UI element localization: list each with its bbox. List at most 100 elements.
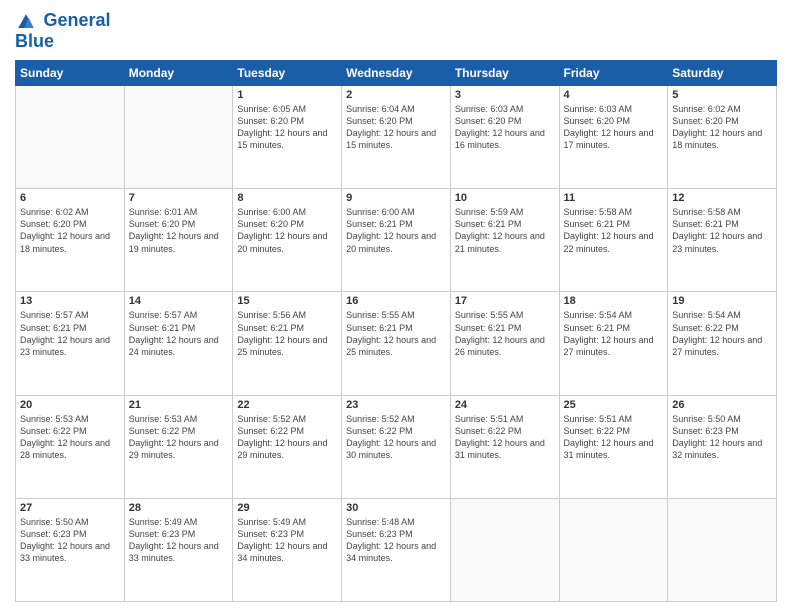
cell-info: Sunset: 6:22 PM [672,322,772,334]
weekday-header-saturday: Saturday [668,61,777,86]
day-number: 9 [346,192,446,204]
calendar-cell: 8Sunrise: 6:00 AMSunset: 6:20 PMDaylight… [233,189,342,292]
logo: GeneralBlue [15,10,111,52]
calendar-cell: 9Sunrise: 6:00 AMSunset: 6:21 PMDaylight… [342,189,451,292]
day-number: 6 [20,192,120,204]
cell-info: Sunrise: 5:53 AM [129,413,229,425]
cell-info: Daylight: 12 hours and 21 minutes. [455,230,555,254]
weekday-header-wednesday: Wednesday [342,61,451,86]
day-number: 4 [564,89,664,101]
calendar-cell [559,498,668,601]
calendar-cell: 12Sunrise: 5:58 AMSunset: 6:21 PMDayligh… [668,189,777,292]
cell-info: Sunrise: 5:57 AM [20,309,120,321]
day-number: 17 [455,295,555,307]
calendar-cell: 3Sunrise: 6:03 AMSunset: 6:20 PMDaylight… [450,86,559,189]
cell-info: Sunset: 6:20 PM [20,218,120,230]
cell-info: Daylight: 12 hours and 23 minutes. [672,230,772,254]
day-number: 27 [20,502,120,514]
calendar-cell: 13Sunrise: 5:57 AMSunset: 6:21 PMDayligh… [16,292,125,395]
cell-info: Daylight: 12 hours and 30 minutes. [346,437,446,461]
page: GeneralBlue SundayMondayTuesdayWednesday… [0,0,792,612]
cell-info: Sunrise: 5:57 AM [129,309,229,321]
cell-info: Sunrise: 5:51 AM [564,413,664,425]
cell-info: Sunrise: 5:49 AM [129,516,229,528]
cell-info: Daylight: 12 hours and 32 minutes. [672,437,772,461]
cell-info: Sunset: 6:22 PM [237,425,337,437]
cell-info: Sunrise: 5:56 AM [237,309,337,321]
calendar-cell: 6Sunrise: 6:02 AMSunset: 6:20 PMDaylight… [16,189,125,292]
day-number: 25 [564,399,664,411]
cell-info: Sunset: 6:21 PM [237,322,337,334]
calendar-cell: 27Sunrise: 5:50 AMSunset: 6:23 PMDayligh… [16,498,125,601]
cell-info: Daylight: 12 hours and 23 minutes. [20,334,120,358]
day-number: 5 [672,89,772,101]
cell-info: Sunrise: 5:55 AM [455,309,555,321]
calendar-cell: 30Sunrise: 5:48 AMSunset: 6:23 PMDayligh… [342,498,451,601]
cell-info: Sunset: 6:22 PM [129,425,229,437]
calendar-cell: 5Sunrise: 6:02 AMSunset: 6:20 PMDaylight… [668,86,777,189]
cell-info: Daylight: 12 hours and 25 minutes. [237,334,337,358]
cell-info: Sunset: 6:21 PM [346,322,446,334]
cell-info: Daylight: 12 hours and 33 minutes. [20,540,120,564]
cell-info: Sunrise: 5:50 AM [672,413,772,425]
cell-info: Daylight: 12 hours and 29 minutes. [129,437,229,461]
cell-info: Daylight: 12 hours and 26 minutes. [455,334,555,358]
cell-info: Daylight: 12 hours and 20 minutes. [237,230,337,254]
cell-info: Sunrise: 6:05 AM [237,103,337,115]
cell-info: Sunset: 6:21 PM [455,218,555,230]
cell-info: Sunrise: 6:00 AM [346,206,446,218]
cell-info: Daylight: 12 hours and 17 minutes. [564,127,664,151]
cell-info: Daylight: 12 hours and 18 minutes. [672,127,772,151]
day-number: 21 [129,399,229,411]
cell-info: Sunset: 6:21 PM [564,322,664,334]
calendar-cell: 14Sunrise: 5:57 AMSunset: 6:21 PMDayligh… [124,292,233,395]
calendar-cell: 29Sunrise: 5:49 AMSunset: 6:23 PMDayligh… [233,498,342,601]
calendar-cell: 21 Sunrise: 5:53 AMSunset: 6:22 PMDayligh… [124,395,233,498]
cell-info: Sunset: 6:23 PM [672,425,772,437]
day-number: 12 [672,192,772,204]
cell-info: Sunrise: 5:54 AM [672,309,772,321]
cell-info: Sunrise: 5:53 AM [20,413,120,425]
cell-info: Sunset: 6:22 PM [455,425,555,437]
calendar-cell: 16Sunrise: 5:55 AMSunset: 6:21 PMDayligh… [342,292,451,395]
cell-info: Sunrise: 6:03 AM [564,103,664,115]
calendar-cell [668,498,777,601]
cell-info: Sunset: 6:21 PM [455,322,555,334]
cell-info: Sunset: 6:22 PM [564,425,664,437]
cell-info: Sunrise: 5:48 AM [346,516,446,528]
calendar-cell: 28Sunrise: 5:49 AMSunset: 6:23 PMDayligh… [124,498,233,601]
cell-info: Sunrise: 5:59 AM [455,206,555,218]
day-number: 24 [455,399,555,411]
calendar-cell: 2Sunrise: 6:04 AMSunset: 6:20 PMDaylight… [342,86,451,189]
cell-info: Daylight: 12 hours and 34 minutes. [237,540,337,564]
cell-info: Sunrise: 5:52 AM [346,413,446,425]
cell-info: Sunset: 6:20 PM [237,115,337,127]
cell-info: Sunset: 6:22 PM [346,425,446,437]
weekday-header-tuesday: Tuesday [233,61,342,86]
day-number: 23 [346,399,446,411]
day-number: 20 [20,399,120,411]
weekday-header-monday: Monday [124,61,233,86]
cell-info: Sunset: 6:21 PM [129,322,229,334]
cell-info: Sunset: 6:21 PM [564,218,664,230]
cell-info: Daylight: 12 hours and 34 minutes. [346,540,446,564]
cell-info: Sunset: 6:22 PM [20,425,120,437]
day-number: 29 [237,502,337,514]
cell-info: Sunset: 6:21 PM [20,322,120,334]
cell-info: Daylight: 12 hours and 18 minutes. [20,230,120,254]
calendar-cell: 20 Sunrise: 5:53 AMSunset: 6:22 PMDayligh… [16,395,125,498]
calendar-cell: 7Sunrise: 6:01 AMSunset: 6:20 PMDaylight… [124,189,233,292]
cell-info: Sunrise: 5:58 AM [564,206,664,218]
cell-info: Daylight: 12 hours and 27 minutes. [564,334,664,358]
day-number: 7 [129,192,229,204]
weekday-header-sunday: Sunday [16,61,125,86]
cell-info: Sunset: 6:20 PM [455,115,555,127]
cell-info: Sunset: 6:20 PM [672,115,772,127]
cell-info: Daylight: 12 hours and 28 minutes. [20,437,120,461]
header: GeneralBlue [15,10,777,52]
cell-info: Daylight: 12 hours and 31 minutes. [564,437,664,461]
day-number: 8 [237,192,337,204]
day-number: 19 [672,295,772,307]
calendar-table: SundayMondayTuesdayWednesdayThursdayFrid… [15,60,777,602]
cell-info: Sunset: 6:23 PM [129,528,229,540]
